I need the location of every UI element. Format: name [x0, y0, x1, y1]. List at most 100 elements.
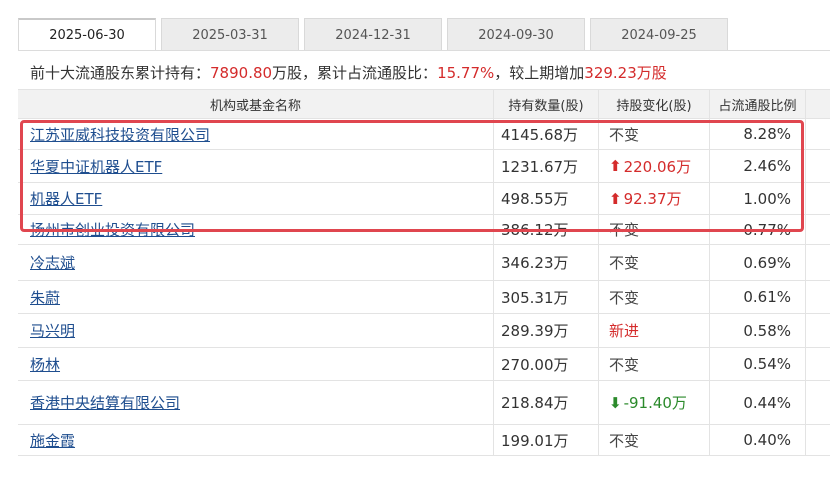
- arrow-down-icon: ⬇: [609, 393, 622, 412]
- shareholder-link[interactable]: 朱蔚: [30, 287, 60, 308]
- cell-ratio: 0.54%: [710, 348, 806, 380]
- cell-change: 不变: [599, 348, 710, 380]
- cell-holding: 218.84万: [494, 381, 599, 424]
- shareholder-link[interactable]: 扬州市创业投资有限公司: [30, 219, 195, 240]
- change-value: 92.37万: [623, 190, 682, 208]
- cell-holding: 386.12万: [494, 215, 599, 244]
- tab-2024-09-25[interactable]: 2024-09-25: [590, 18, 728, 51]
- cell-spacer: [806, 281, 830, 313]
- header-ratio: 占流通股比例: [710, 90, 806, 118]
- change-value: 不变: [609, 221, 640, 239]
- cell-holding: 4145.68万: [494, 119, 599, 149]
- tab-2025-03-31[interactable]: 2025-03-31: [161, 18, 299, 51]
- cell-holding: 289.39万: [494, 314, 599, 347]
- cell-holding: 199.01万: [494, 425, 599, 455]
- shareholder-link[interactable]: 香港中央结算有限公司: [30, 392, 180, 413]
- cell-name: 冷志斌: [18, 245, 494, 280]
- shareholder-link[interactable]: 杨林: [30, 354, 60, 375]
- change-value: 新进: [609, 322, 640, 340]
- cell-name: 江苏亚威科技投资有限公司: [18, 119, 494, 149]
- cell-holding: 498.55万: [494, 183, 599, 214]
- cell-spacer: [806, 425, 830, 455]
- shareholder-link[interactable]: 机器人ETF: [30, 188, 102, 209]
- tab-2025-06-30[interactable]: 2025-06-30: [18, 18, 156, 51]
- cell-change: 不变: [599, 245, 710, 280]
- cell-holding: 270.00万: [494, 348, 599, 380]
- summary-shares: 7890.80: [210, 64, 273, 82]
- table-row: 朱蔚 305.31万 不变 0.61%: [18, 281, 830, 314]
- summary-shares-unit: 万股，累计占流通股比：: [272, 64, 438, 82]
- cell-ratio: 8.28%: [710, 119, 806, 149]
- cell-name: 马兴明: [18, 314, 494, 347]
- table-row: 华夏中证机器人ETF 1231.67万 ⬆ 220.06万 2.46%: [18, 150, 830, 183]
- summary-mid: ，较上期增加: [494, 64, 585, 82]
- cell-ratio: 2.46%: [710, 150, 806, 182]
- cell-change: ⬆ 220.06万: [599, 150, 710, 182]
- holdings-summary: 前十大流通股东累计持有：7890.80万股，累计占流通股比：15.77%，较上期…: [30, 62, 667, 83]
- cell-ratio: 1.00%: [710, 183, 806, 214]
- cell-ratio: 0.77%: [710, 215, 806, 244]
- table-body: 江苏亚威科技投资有限公司 4145.68万 不变 8.28% 华夏中证机器人ETF 123…: [18, 119, 830, 456]
- cell-change: 不变: [599, 119, 710, 149]
- change-value: -91.40万: [623, 394, 687, 412]
- cell-holding: 305.31万: [494, 281, 599, 313]
- tab-2024-09-30[interactable]: 2024-09-30: [447, 18, 585, 51]
- table-row: 施金霞 199.01万 不变 0.40%: [18, 425, 830, 456]
- arrow-up-icon: ⬆: [609, 189, 622, 208]
- table-row: 机器人ETF 498.55万 ⬆ 92.37万 1.00%: [18, 183, 830, 215]
- change-value: 不变: [609, 125, 640, 144]
- cell-spacer: [806, 119, 830, 149]
- cell-change: 不变: [599, 425, 710, 455]
- shareholder-link[interactable]: 冷志斌: [30, 252, 75, 273]
- cell-ratio: 0.40%: [710, 425, 806, 455]
- cell-spacer: [806, 215, 830, 244]
- shareholder-link[interactable]: 马兴明: [30, 320, 75, 341]
- cell-holding: 1231.67万: [494, 150, 599, 182]
- cell-spacer: [806, 348, 830, 380]
- change-value: 不变: [609, 431, 640, 450]
- summary-prefix: 前十大流通股东累计持有：: [30, 64, 211, 82]
- date-tabs: 2025-06-30 2025-03-31 2024-12-31 2024-09…: [18, 18, 733, 51]
- cell-ratio: 0.44%: [710, 381, 806, 424]
- arrow-up-icon: ⬆: [609, 157, 622, 175]
- change-value: 220.06万: [623, 157, 692, 176]
- cell-name: 施金霞: [18, 425, 494, 455]
- table-header: 机构或基金名称 持有数量(股) 持股变化(股) 占流通股比例: [18, 89, 830, 119]
- header-holding: 持有数量(股): [494, 90, 599, 118]
- cell-name: 朱蔚: [18, 281, 494, 313]
- cell-change: ⬇ -91.40万: [599, 381, 710, 424]
- shareholders-table: 机构或基金名称 持有数量(股) 持股变化(股) 占流通股比例 江苏亚威科技投资有…: [18, 89, 830, 456]
- cell-ratio: 0.58%: [710, 314, 806, 347]
- cell-spacer: [806, 245, 830, 280]
- cell-name: 华夏中证机器人ETF: [18, 150, 494, 182]
- table-row: 马兴明 289.39万 新进 0.58%: [18, 314, 830, 348]
- cell-spacer: [806, 150, 830, 182]
- tab-2024-12-31[interactable]: 2024-12-31: [304, 18, 442, 51]
- table-row: 江苏亚威科技投资有限公司 4145.68万 不变 8.28%: [18, 119, 830, 150]
- change-value: 不变: [609, 254, 640, 272]
- shareholder-link[interactable]: 华夏中证机器人ETF: [30, 156, 162, 177]
- cell-spacer: [806, 314, 830, 347]
- cell-ratio: 0.61%: [710, 281, 806, 313]
- shareholder-link[interactable]: 施金霞: [30, 430, 75, 451]
- cell-change: 新进: [599, 314, 710, 347]
- tab-divider: [18, 50, 830, 51]
- cell-change: 不变: [599, 281, 710, 313]
- cell-spacer: [806, 183, 830, 214]
- change-value: 不变: [609, 355, 640, 374]
- cell-name: 扬州市创业投资有限公司: [18, 215, 494, 244]
- summary-increase-unit: 万股: [636, 64, 667, 82]
- cell-change: 不变: [599, 215, 710, 244]
- summary-ratio: 15.77%: [437, 64, 495, 82]
- shareholder-link[interactable]: 江苏亚威科技投资有限公司: [30, 124, 210, 145]
- change-value: 不变: [609, 288, 640, 307]
- header-spacer: [806, 90, 830, 118]
- header-name: 机构或基金名称: [18, 90, 494, 118]
- cell-ratio: 0.69%: [710, 245, 806, 280]
- table-row: 香港中央结算有限公司 218.84万 ⬇ -91.40万 0.44%: [18, 381, 830, 425]
- header-change: 持股变化(股): [599, 90, 710, 118]
- cell-holding: 346.23万: [494, 245, 599, 280]
- cell-change: ⬆ 92.37万: [599, 183, 710, 214]
- cell-name: 杨林: [18, 348, 494, 380]
- summary-increase: 329.23: [584, 64, 637, 82]
